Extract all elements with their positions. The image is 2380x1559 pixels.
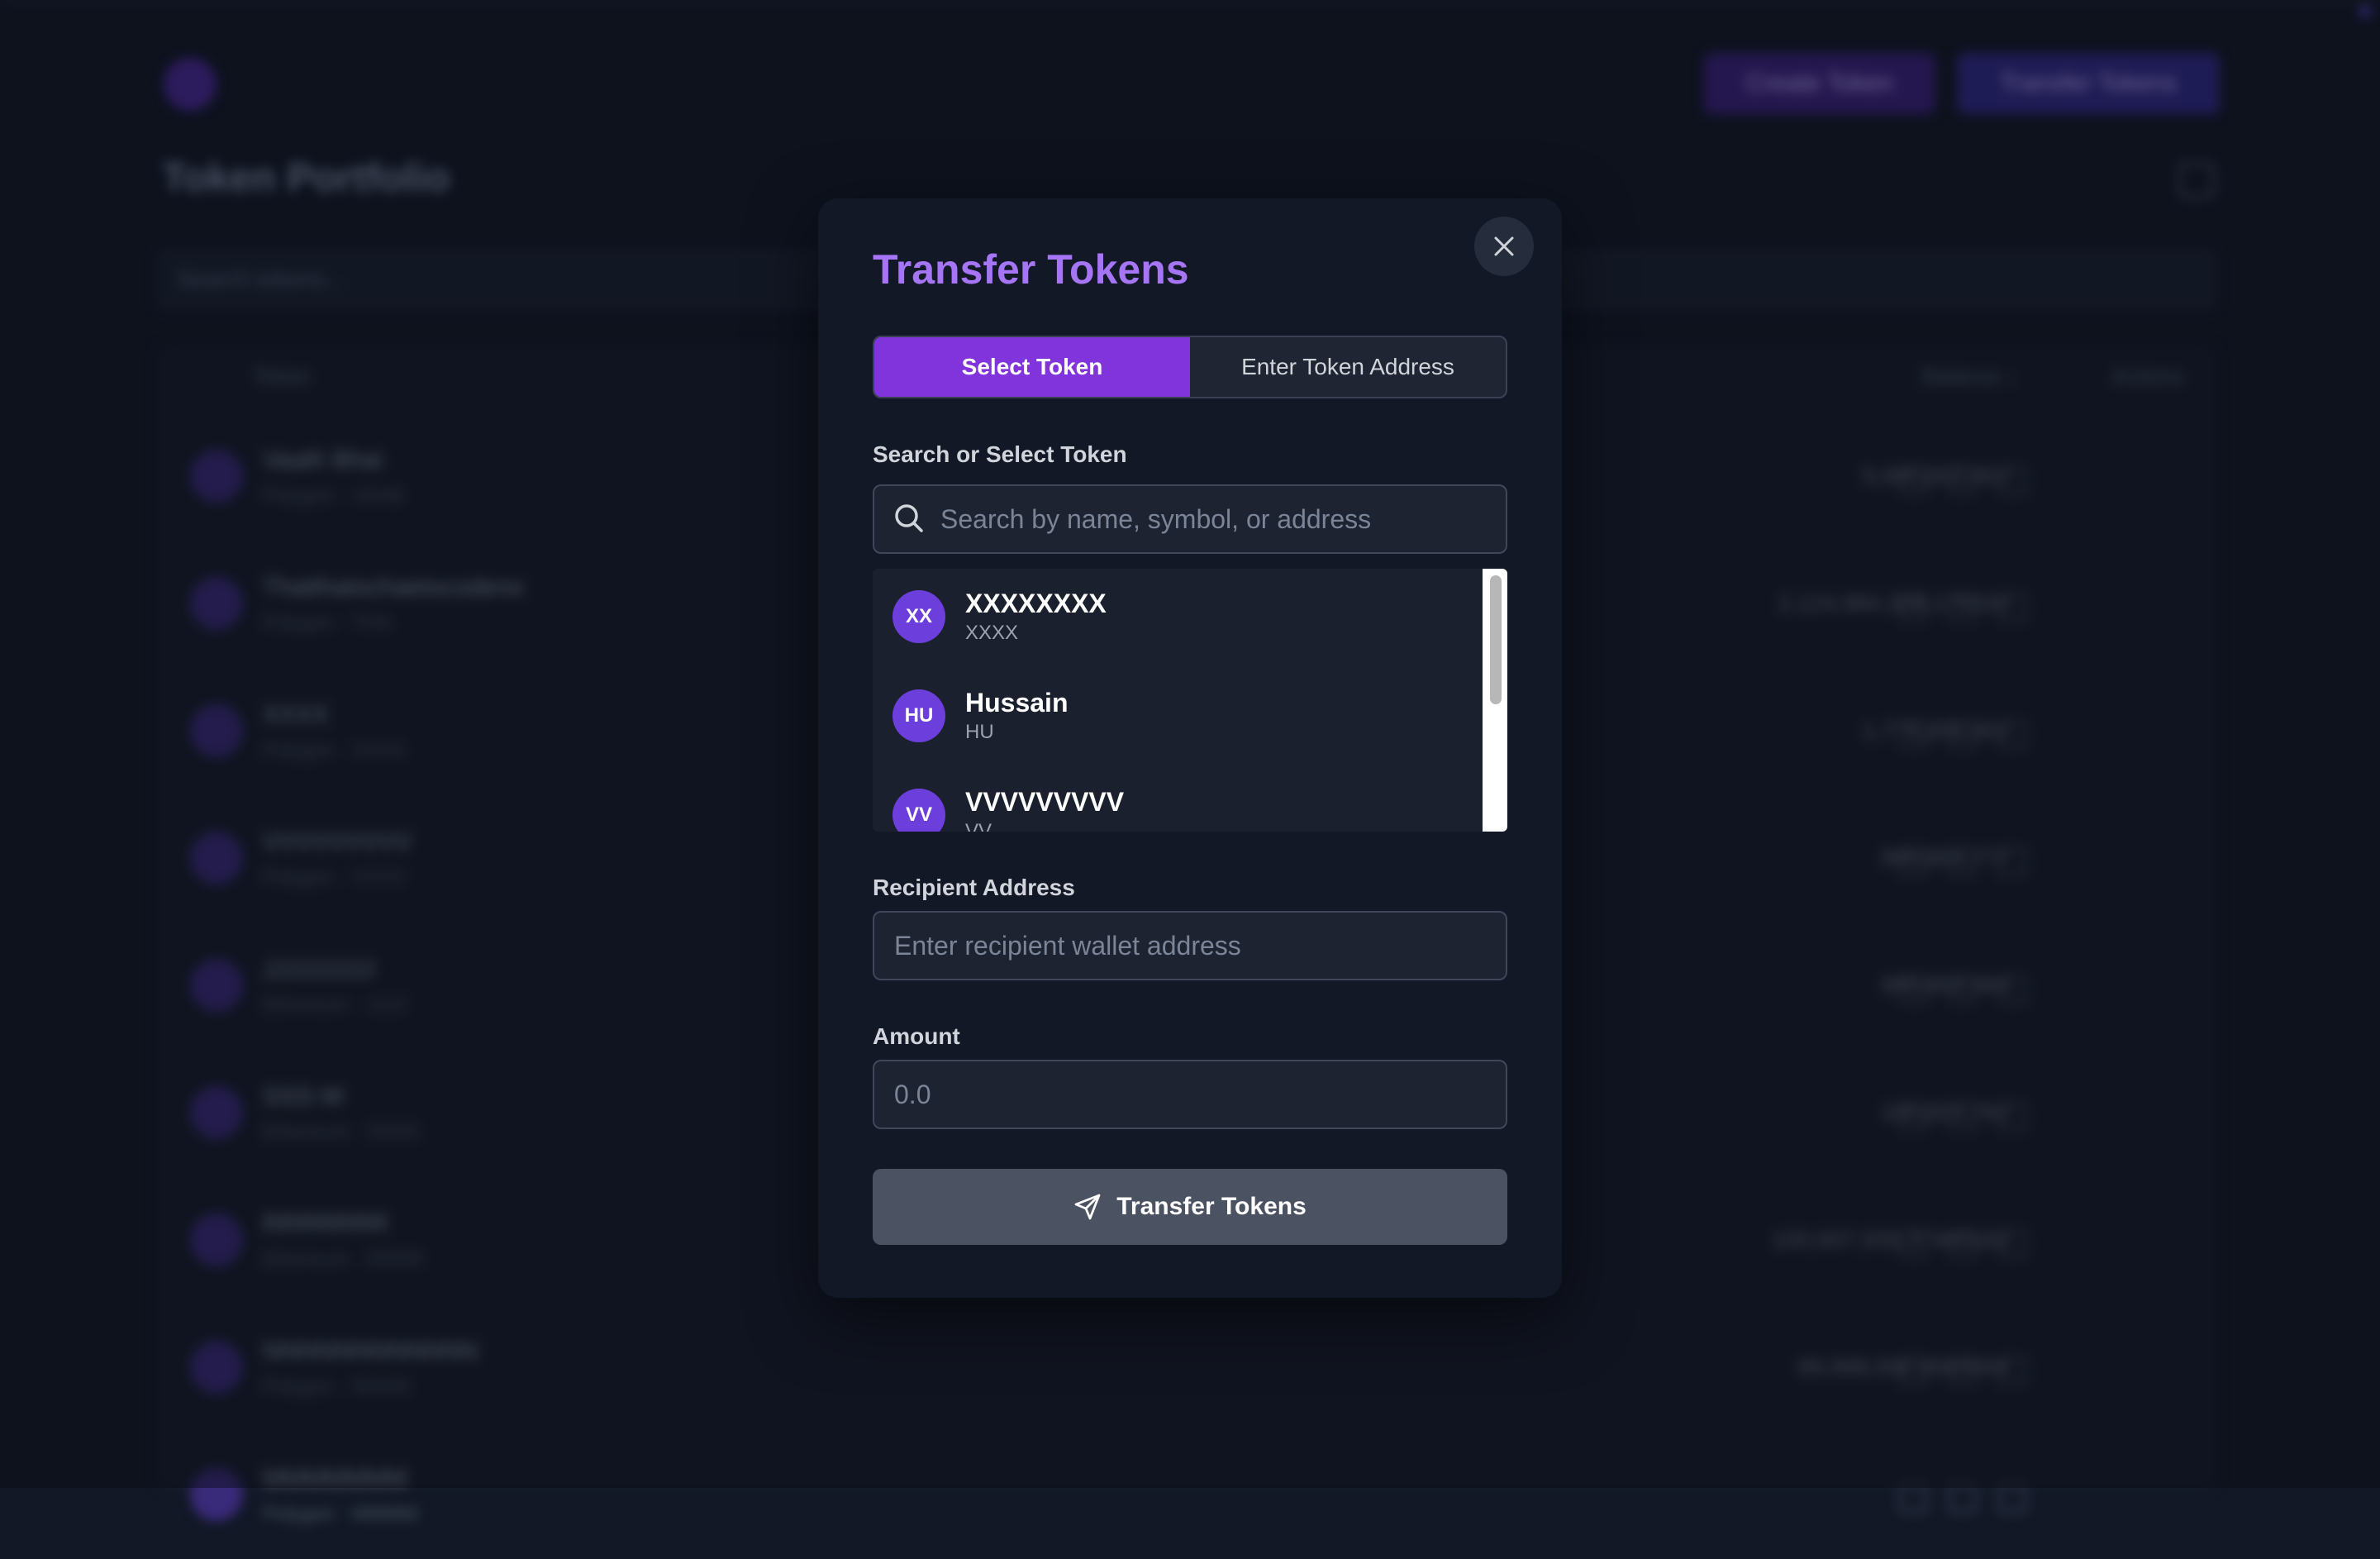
token-mode-tabs: Select Token Enter Token Address	[873, 336, 1507, 398]
token-name: VVVVVVVVV	[965, 787, 1125, 817]
amount-label: Amount	[873, 1023, 960, 1049]
search-icon	[895, 504, 923, 532]
token-option[interactable]: XX XXXXXXXX XXXX	[873, 569, 1481, 668]
token-symbol: XXXX	[965, 622, 1019, 644]
search-label: Search or Select Token	[873, 441, 1127, 467]
send-icon	[1949, 1485, 1977, 1513]
recipient-label: Recipient Address	[873, 875, 1075, 900]
token-avatar: HU	[892, 689, 945, 742]
modal-title: Transfer Tokens	[873, 246, 1189, 293]
transfer-tokens-button-label: Transfer Tokens	[1116, 1193, 1307, 1220]
close-icon	[1494, 236, 1514, 256]
token-avatar: VV	[892, 789, 945, 832]
token-search-input[interactable]	[873, 484, 1507, 554]
token-symbol: VV	[965, 820, 992, 832]
token-symbol: HU	[965, 721, 994, 743]
token-name: XXXXXXXX	[965, 589, 1107, 618]
token-option[interactable]: HU Hussain HU	[873, 668, 1481, 767]
token-symbol: Polygon · MMMM	[263, 1503, 419, 1525]
scrollbar-thumb[interactable]	[1490, 575, 1502, 704]
token-avatar: XX	[892, 590, 945, 643]
token-option[interactable]: VV VVVVVVVVV VV	[873, 767, 1481, 832]
token-list: XX XXXXXXXX XXXX HU Hussain HU VV VVVVVV…	[873, 569, 1507, 832]
send-icon	[1074, 1194, 1101, 1220]
transfer-tokens-button[interactable]: Transfer Tokens	[873, 1169, 1507, 1245]
copy-icon	[1899, 1485, 1927, 1513]
amount-input[interactable]	[873, 1060, 1507, 1129]
more-icon	[1998, 1485, 2026, 1513]
recipient-address-input[interactable]	[873, 911, 1507, 980]
token-list-scrollbar[interactable]	[1483, 569, 1507, 832]
token-name: Hussain	[965, 688, 1069, 718]
close-button[interactable]	[1474, 217, 1534, 276]
tab-enter-token-address[interactable]: Enter Token Address	[1190, 337, 1506, 397]
tab-select-token[interactable]: Select Token	[874, 337, 1190, 397]
